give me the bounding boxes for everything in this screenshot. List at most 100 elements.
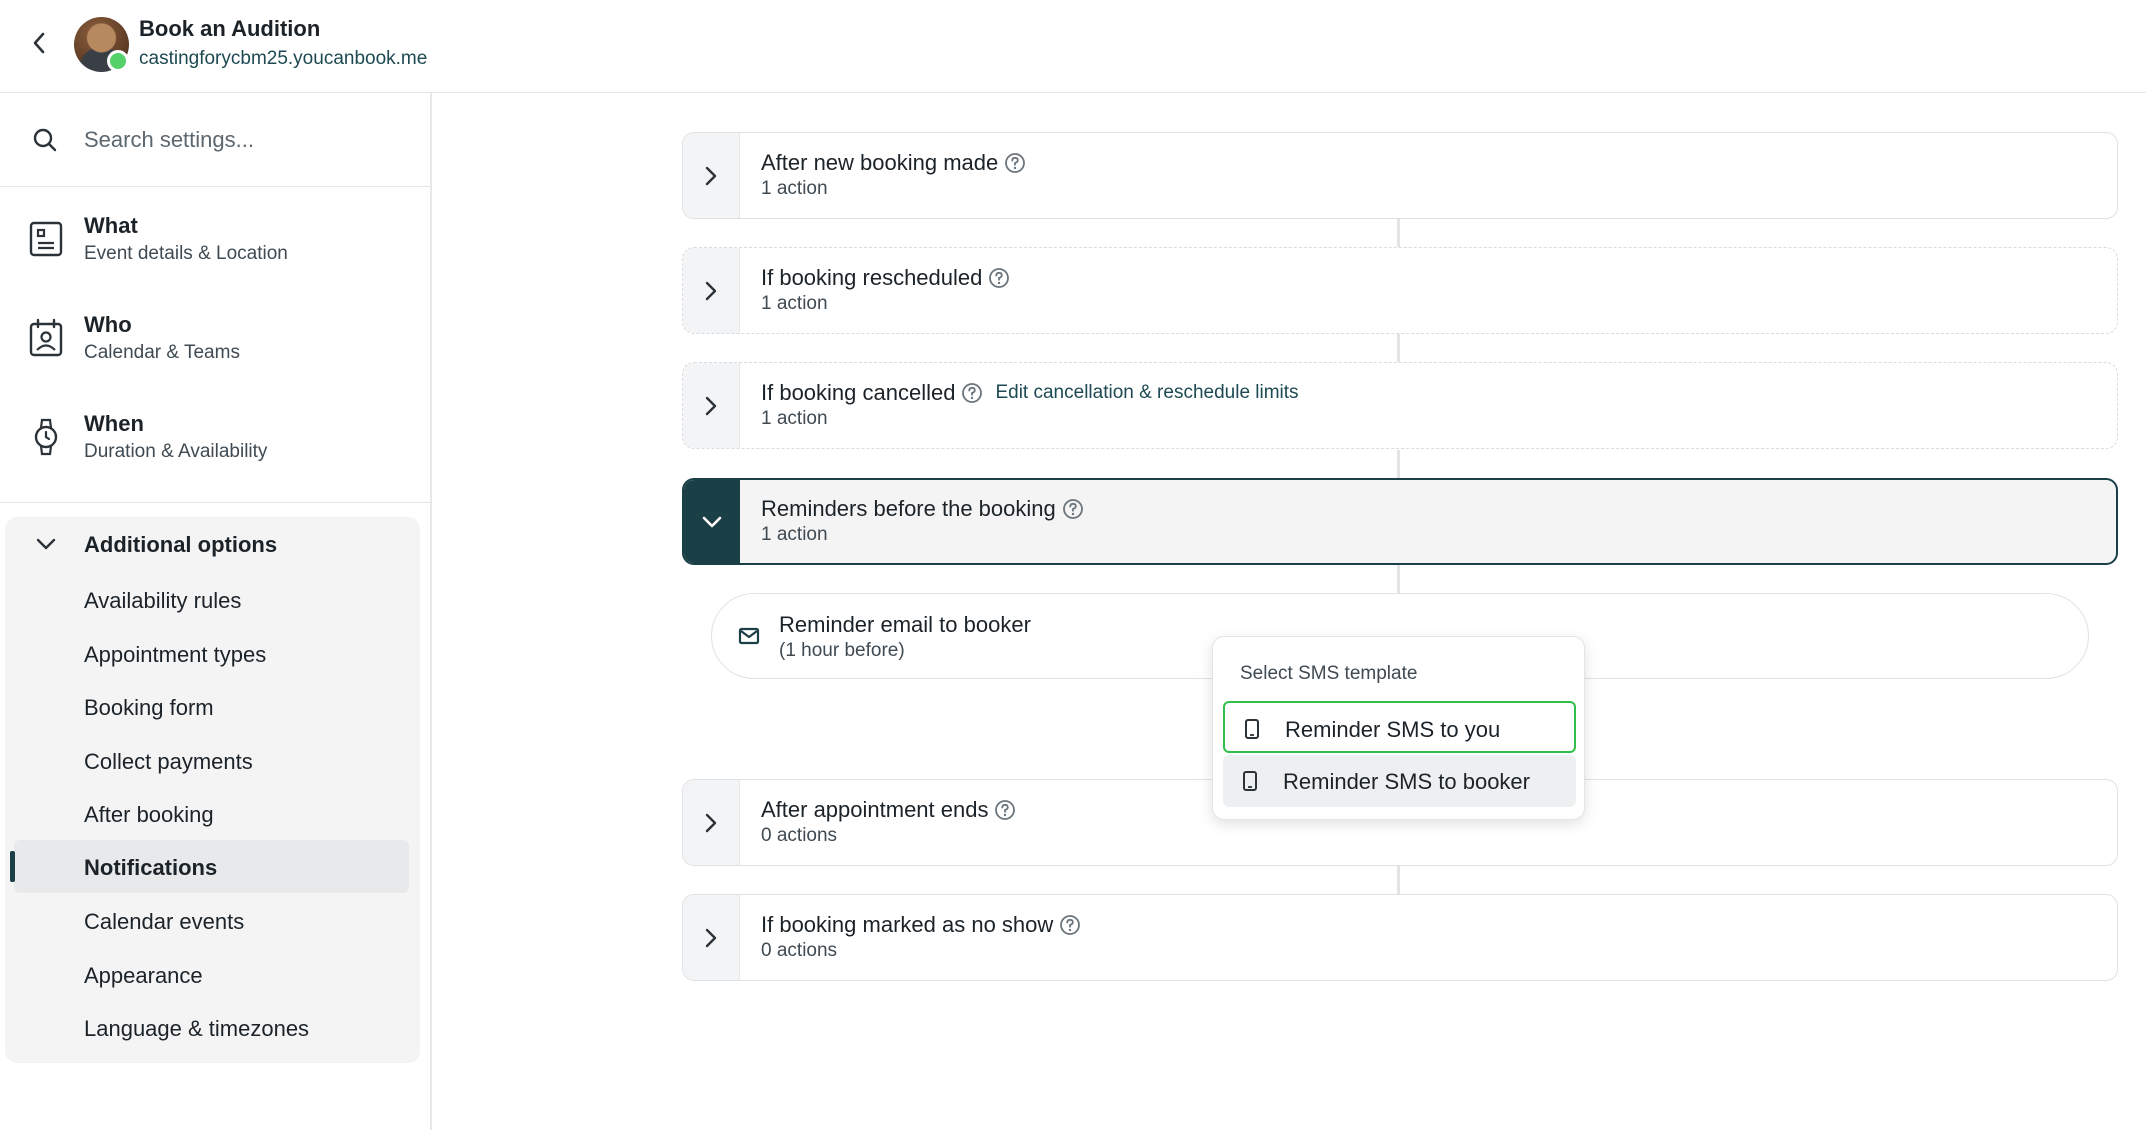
help-icon[interactable] — [1059, 914, 1081, 936]
section-title: If booking cancelled — [761, 380, 956, 405]
sidebar-item-language-timezones[interactable]: Language & timezones — [14, 1001, 409, 1054]
sms-option-reminder-to-you[interactable]: Reminder SMS to you — [1223, 701, 1576, 753]
sidebar-item-appearance[interactable]: Appearance — [14, 948, 409, 1001]
section-title-row: If booking cancelled Edit cancellation &… — [761, 380, 1299, 406]
action-title: Reminder email to booker — [779, 612, 1031, 637]
section-title-row: After appointment ends — [761, 797, 1016, 823]
section-booking-rescheduled[interactable]: If booking rescheduled 1 action — [682, 247, 2118, 334]
section-action-count: 1 action — [761, 293, 828, 314]
sidebar-item-notifications[interactable]: Notifications — [10, 840, 409, 893]
watch-icon — [34, 418, 58, 456]
section-title: Reminders before the booking — [761, 496, 1056, 521]
settings-sidebar: What Event details & Location Who Calend… — [0, 93, 432, 1130]
help-icon[interactable] — [961, 382, 983, 404]
help-icon[interactable] — [994, 799, 1016, 821]
help-icon[interactable] — [1062, 498, 1084, 520]
nav-item-title: When — [84, 411, 144, 436]
section-title: After new booking made — [761, 150, 999, 175]
timeline-connector — [1397, 219, 1400, 247]
page-title: Book an Audition — [139, 16, 321, 41]
section-title: If booking rescheduled — [761, 265, 983, 290]
chevron-right-icon — [705, 928, 717, 947]
chevron-right-icon — [705, 813, 717, 832]
nav-item-subtitle: Calendar & Teams — [84, 342, 240, 363]
nav-item-subtitle: Event details & Location — [84, 243, 288, 264]
section-title: After appointment ends — [761, 797, 989, 822]
section-marked-no-show[interactable]: If booking marked as no show 0 actions — [682, 894, 2118, 981]
section-title-row: If booking marked as no show — [761, 912, 1081, 938]
sidebar-item-label: Booking form — [84, 695, 214, 720]
section-title-row: Reminders before the booking — [761, 496, 1084, 522]
action-subtitle: (1 hour before) — [779, 640, 905, 661]
chevron-down-icon — [702, 516, 722, 527]
section-reminders-before-booking[interactable]: Reminders before the booking 1 action — [682, 478, 2118, 565]
nav-item-what[interactable]: What Event details & Location — [0, 189, 430, 287]
timeline-connector — [1397, 565, 1400, 593]
section-title-row: After new booking made — [761, 150, 1026, 176]
expand-toggle[interactable] — [683, 780, 740, 865]
sms-template-dropdown: Select SMS template Reminder SMS to you … — [1212, 636, 1585, 820]
option-label: Reminder SMS to booker — [1283, 769, 1530, 794]
section-title: If booking marked as no show — [761, 912, 1054, 937]
sidebar-item-label: Availability rules — [84, 588, 242, 613]
search-input[interactable] — [84, 117, 414, 163]
chevron-down-icon — [36, 538, 56, 550]
sidebar-item-appointment-types[interactable]: Appointment types — [14, 627, 409, 680]
section-action-count: 0 actions — [761, 825, 838, 846]
sidebar-item-label: Appointment types — [84, 642, 267, 667]
timeline-connector — [1397, 334, 1400, 362]
nav-item-when[interactable]: When Duration & Availability — [0, 387, 430, 485]
sidebar-item-label: Language & timezones — [84, 1016, 310, 1041]
collapse-toggle[interactable] — [684, 480, 740, 563]
dropdown-label: Select SMS template — [1240, 663, 1418, 684]
additional-options-label: Additional options — [84, 532, 278, 557]
section-action-count: 1 action — [761, 178, 828, 199]
sms-option-reminder-to-booker[interactable]: Reminder SMS to booker — [1223, 755, 1576, 807]
additional-options-group: Additional options Availability rules Ap… — [5, 517, 420, 1063]
chevron-right-icon — [705, 396, 717, 415]
timeline-connector — [1397, 450, 1400, 478]
help-icon[interactable] — [988, 267, 1010, 289]
sidebar-item-label: Appearance — [84, 963, 203, 988]
chevron-right-icon — [705, 166, 717, 185]
timeline-connector — [1397, 866, 1400, 894]
sidebar-item-after-booking[interactable]: After booking — [14, 787, 409, 840]
phone-icon — [1243, 771, 1257, 791]
section-booking-cancelled[interactable]: If booking cancelled Edit cancellation &… — [682, 362, 2118, 449]
sidebar-item-label: After booking — [84, 802, 214, 827]
section-action-count: 0 actions — [761, 940, 838, 961]
section-action-count: 1 action — [761, 524, 828, 545]
top-header: Book an Audition castingforycbm25.youcan… — [0, 0, 2146, 93]
option-label: Reminder SMS to you — [1285, 717, 1501, 742]
sidebar-item-availability-rules[interactable]: Availability rules — [14, 573, 409, 626]
help-icon[interactable] — [1004, 152, 1026, 174]
mail-icon — [738, 627, 760, 645]
nav-item-title: What — [84, 213, 138, 238]
sidebar-item-label: Notifications — [84, 855, 218, 880]
nav-item-title: Who — [84, 312, 132, 337]
document-icon — [29, 221, 63, 257]
nav-item-who[interactable]: Who Calendar & Teams — [0, 288, 430, 386]
phone-icon — [1245, 719, 1259, 739]
nav-item-subtitle: Duration & Availability — [84, 441, 268, 462]
additional-options-toggle[interactable]: Additional options — [5, 517, 420, 567]
expand-toggle[interactable] — [683, 248, 740, 333]
expand-toggle[interactable] — [683, 363, 740, 448]
sidebar-item-label: Collect payments — [84, 749, 253, 774]
sidebar-item-calendar-events[interactable]: Calendar events — [14, 894, 409, 947]
expand-toggle[interactable] — [683, 895, 740, 980]
chevron-right-icon — [705, 281, 717, 300]
back-button[interactable] — [22, 26, 56, 60]
sidebar-item-booking-form[interactable]: Booking form — [14, 680, 409, 733]
booking-page-url[interactable]: castingforycbm25.youcanbook.me — [139, 48, 427, 70]
search-icon — [33, 128, 57, 152]
search-bar — [0, 93, 430, 187]
calendar-user-icon — [29, 318, 63, 357]
edit-cancellation-limits-link[interactable]: Edit cancellation & reschedule limits — [995, 382, 1298, 404]
chevron-left-icon — [33, 32, 45, 54]
section-title-row: If booking rescheduled — [761, 265, 1010, 291]
expand-toggle[interactable] — [683, 133, 740, 218]
section-action-count: 1 action — [761, 408, 828, 429]
sidebar-item-collect-payments[interactable]: Collect payments — [14, 734, 409, 787]
section-after-new-booking[interactable]: After new booking made 1 action — [682, 132, 2118, 219]
